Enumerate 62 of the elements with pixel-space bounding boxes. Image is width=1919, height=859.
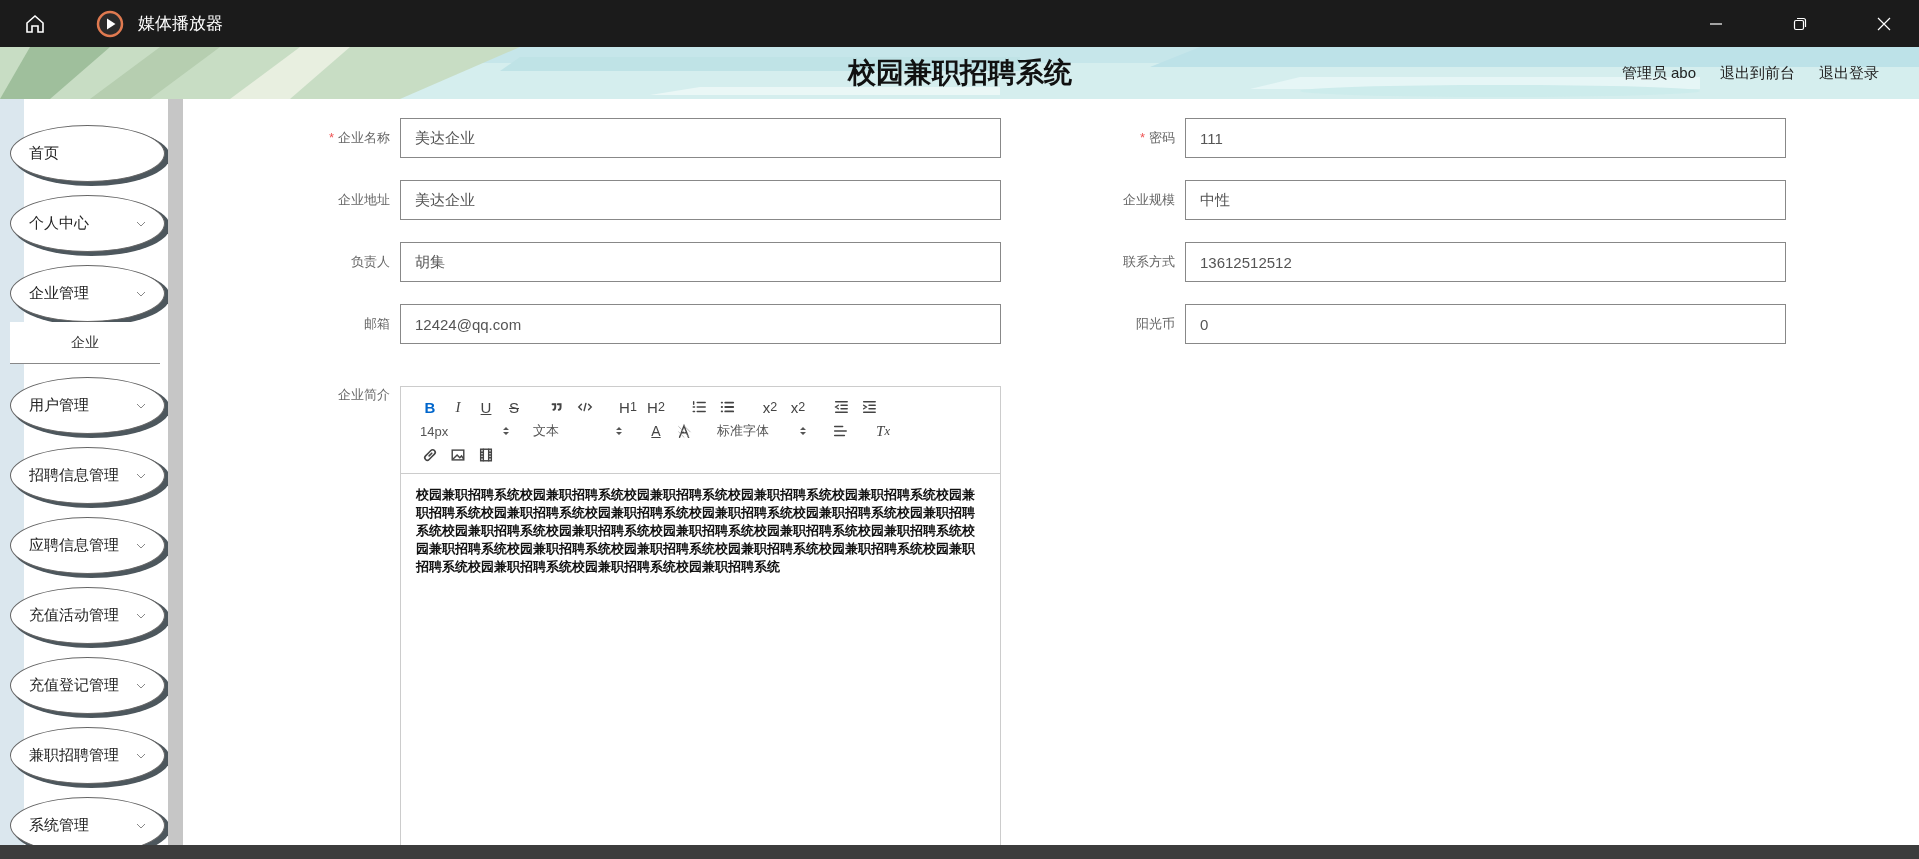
dropdown[interactable]: 文本 — [529, 422, 627, 440]
chevron-icon — [136, 822, 146, 829]
dropdown[interactable]: 14px — [416, 423, 514, 439]
image-icon — [450, 447, 466, 463]
chevron-icon — [136, 542, 146, 549]
italic-button[interactable]: I — [444, 395, 472, 419]
input-field[interactable]: 0 — [1185, 304, 1786, 344]
sort-arrows-icon — [615, 425, 623, 437]
input-field[interactable]: 111 — [1185, 118, 1786, 158]
header-link[interactable]: 退出登录 — [1819, 63, 1879, 83]
chevron-icon — [136, 752, 146, 759]
chevron-icon — [136, 682, 146, 689]
chevron-icon — [136, 472, 146, 479]
header-link[interactable]: 退出到前台 — [1720, 63, 1795, 83]
dropdown[interactable]: 标准字体 — [713, 422, 811, 440]
input-field[interactable]: 美达企业 — [400, 118, 1001, 158]
header-link[interactable]: 管理员 abo — [1621, 63, 1696, 83]
strikethrough-button[interactable]: S — [500, 395, 528, 419]
indent-icon — [861, 399, 877, 415]
scrollbar[interactable] — [168, 99, 183, 845]
field-label: 负责人 — [351, 254, 390, 269]
underline-button[interactable]: U — [472, 395, 500, 419]
bold-button[interactable]: B — [416, 395, 444, 419]
play-icon — [96, 9, 124, 38]
required-mark: * — [328, 130, 334, 145]
sidebar-item[interactable]: 系统管理 — [10, 797, 165, 845]
input-field[interactable]: 12424@qq.com — [400, 304, 1001, 344]
field-label: 企业名称 — [338, 130, 390, 145]
field-label: 邮箱 — [364, 316, 390, 331]
link-icon — [422, 447, 438, 463]
submenu-item[interactable]: 企业 — [10, 322, 160, 364]
ordered-list-icon — [691, 399, 707, 415]
input-field[interactable]: 中性 — [1185, 180, 1786, 220]
input-field[interactable]: 13612512512 — [1185, 242, 1786, 282]
sidebar-item[interactable]: 企业管理 — [10, 265, 165, 322]
input-field[interactable]: 胡集 — [400, 242, 1001, 282]
field-label: 企业地址 — [338, 192, 390, 207]
film-icon — [478, 447, 494, 463]
sort-arrows-icon — [502, 425, 510, 437]
sort-arrows-icon — [799, 425, 807, 437]
home-icon[interactable] — [24, 12, 46, 35]
outdent-icon — [833, 399, 849, 415]
field-label: 阳光币 — [1136, 316, 1175, 331]
field-label: 企业简介 — [337, 386, 390, 404]
field-label: 企业规模 — [1123, 192, 1175, 207]
chevron-icon — [136, 402, 146, 409]
bullet-list-icon — [719, 399, 735, 415]
site-title: 校园兼职招聘系统 — [847, 56, 1072, 90]
window-title: 媒体播放器 — [138, 13, 223, 35]
restore-icon[interactable] — [1793, 16, 1807, 31]
chevron-icon — [136, 220, 146, 227]
editor-text: 校园兼职招聘系统校园兼职招聘系统校园兼职招聘系统校园兼职招聘系统校园兼职招聘系统校园兼职招聘系统校园兼职招聘系统校园兼职招聘系统校园兼职招聘系统校园兼职招聘系统校园兼职招聘系统校园兼职招聘系统校园兼职招聘系统校园兼职招聘系统校园兼职招聘系统校园兼职招聘系统校园兼职招聘系统校园兼职招聘系统校园兼职招聘系统校园兼职招聘系统校园兼职招聘系统校园兼职招聘系统校园兼职招聘系统校园兼职招聘系统校园兼职招聘系统 — [414, 486, 976, 576]
chevron-icon — [136, 612, 146, 619]
font-color-button[interactable]: A — [642, 419, 670, 443]
close-icon[interactable] — [1877, 16, 1891, 31]
input-field[interactable]: 美达企业 — [400, 180, 1001, 220]
field-label: 密码 — [1149, 130, 1175, 145]
chevron-icon — [136, 290, 146, 297]
highlight-icon — [676, 423, 692, 439]
align-icon — [832, 423, 848, 439]
field-label: 联系方式 — [1123, 254, 1175, 269]
required-mark: * — [1139, 130, 1145, 145]
